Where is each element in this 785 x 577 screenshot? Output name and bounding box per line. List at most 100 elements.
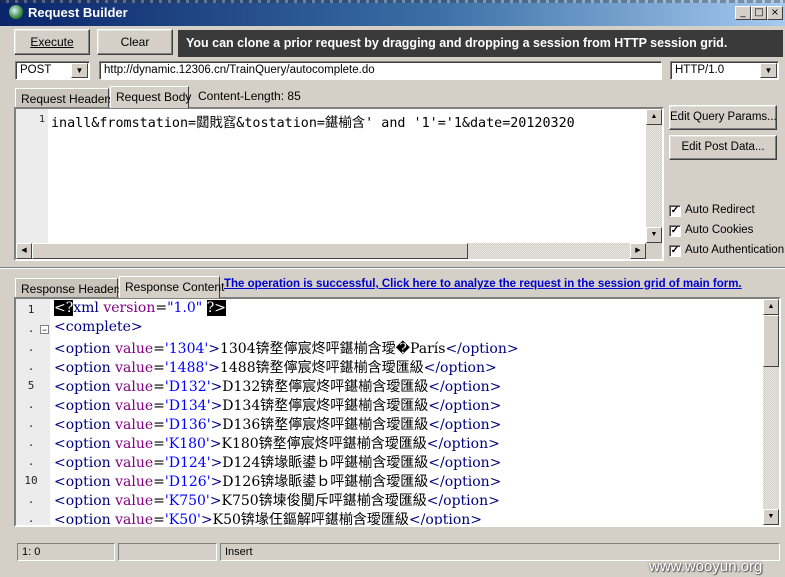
option-attr-value: 'D134' <box>164 398 211 414</box>
request-hscroll-thumb[interactable] <box>32 243 468 259</box>
maximize-button[interactable]: □ <box>751 6 767 20</box>
tab-response-headers[interactable]: Response Headers <box>15 278 124 298</box>
execute-button[interactable]: Execute <box>14 29 90 55</box>
option-text: K50锛堟仼鏂解呯鍖椾含璦匯級 <box>212 512 409 527</box>
request-vscroll-track[interactable] <box>646 109 662 243</box>
option-attr-value: 'D124' <box>164 455 211 471</box>
option-close-tag: </option> <box>423 360 497 376</box>
xml-option-row: <option value='D126'>D126锛堟眽鍙ｂ呯鍖椾含璦匯級</o… <box>54 471 501 491</box>
protocol-select[interactable]: HTTP/1.0 ▼ <box>670 61 779 80</box>
analyze-request-link[interactable]: The operation is successful, Click here … <box>224 278 742 290</box>
xml-option-row: <option value='K750'>K750锛堜俊闃斥呯鍖椾含璦匯級</o… <box>54 490 500 510</box>
method-value: POST <box>20 64 52 76</box>
option-attr-name: value <box>115 360 154 376</box>
auto-cookies-checkbox[interactable]: ✓ <box>669 225 681 237</box>
response-line-number: . <box>27 341 35 354</box>
edit-post-data-button[interactable]: Edit Post Data... <box>669 135 777 160</box>
response-line-number: . <box>27 398 35 411</box>
tag-close: > <box>210 417 223 433</box>
option-open-tag: <option <box>54 360 111 376</box>
xml-option-row: <option value='1304'>1304锛堥儜宸炵呯鍖椾含璦�Parí… <box>54 338 519 358</box>
tab-response-content[interactable]: Response Content <box>119 276 224 298</box>
protocol-value: HTTP/1.0 <box>675 64 725 76</box>
xml-option-row: <option value='D124'>D124锛堟眽鍙ｂ呯鍖椾含璦匯級</o… <box>54 452 501 472</box>
response-line-number: 10 <box>24 474 38 487</box>
auto-authentication-checkbox[interactable]: ✓ <box>669 245 681 257</box>
equals: = <box>153 455 165 471</box>
option-attr-name: value <box>115 436 154 452</box>
response-scroll-up-icon[interactable]: ▲ <box>763 299 779 315</box>
option-attr-value: '1304' <box>164 341 209 357</box>
xml-declaration: <?xml version="1.0" ?> <box>54 300 226 316</box>
method-dropdown-arrow-icon[interactable]: ▼ <box>71 63 88 78</box>
tag-close: > <box>210 474 223 490</box>
protocol-dropdown-arrow-icon[interactable]: ▼ <box>760 63 777 78</box>
xml-option-row: <option value='D136'>D136锛堥儜宸炵呯鍖椾含璦匯級</o… <box>54 414 501 434</box>
splitter[interactable] <box>0 267 785 269</box>
xml-pi-name: xml <box>73 300 99 316</box>
equals: = <box>153 417 165 433</box>
response-vscroll-thumb[interactable] <box>763 315 779 367</box>
option-open-tag: <option <box>54 341 111 357</box>
response-line-number: . <box>27 512 35 525</box>
equals: = <box>153 512 165 527</box>
status-empty <box>118 543 217 561</box>
equals: = <box>153 493 165 509</box>
response-line-number: 1 <box>27 303 35 316</box>
option-attr-value: 'K750' <box>164 493 210 509</box>
request-scroll-down-icon[interactable]: ▼ <box>646 227 662 243</box>
execute-label: Execute <box>30 35 74 49</box>
response-line-number: . <box>27 455 35 468</box>
request-scroll-right-icon[interactable]: ▶ <box>630 243 646 259</box>
clear-label: Clear <box>120 35 150 49</box>
content-length-label: Content-Length: 85 <box>198 89 301 103</box>
close-button[interactable]: × <box>767 6 783 20</box>
xml-pi-eq: = <box>155 300 168 316</box>
response-content-editor[interactable]: 1 <?xml version="1.0" ?> . − <complete> … <box>14 297 781 527</box>
option-close-tag: </option> <box>426 493 500 509</box>
xml-pi-close: ?> <box>206 300 226 316</box>
option-close-tag: </option> <box>408 512 483 527</box>
minimize-button[interactable]: _ <box>735 6 751 20</box>
hint-banner: You can clone a prior request by draggin… <box>178 30 783 57</box>
option-attr-name: value <box>115 474 154 490</box>
option-attr-name: value <box>115 341 154 357</box>
option-attr-value: 'K50' <box>164 512 201 527</box>
option-attr-value: '1488' <box>164 360 209 376</box>
option-open-tag: <option <box>54 436 111 452</box>
window-title: Request Builder <box>28 5 128 20</box>
request-line-number: 1 <box>38 114 46 125</box>
tag-close: > <box>208 360 220 376</box>
option-text: 1304锛堥儜宸炵呯鍖椾含璦�París <box>219 341 446 357</box>
xml-pi-attr: version <box>103 300 156 316</box>
option-close-tag: </option> <box>428 417 502 433</box>
option-close-tag: </option> <box>445 341 519 357</box>
equals: = <box>153 379 165 395</box>
xml-option-row: <option value='K180'>K180锛堥儜宸炵呯鍖椾含璦匯級</o… <box>54 433 500 453</box>
equals: = <box>153 360 165 376</box>
url-input[interactable]: http://dynamic.12306.cn/TrainQuery/autoc… <box>99 61 662 80</box>
option-text: 1488锛堥儜宸炵呯鍖椾含璦匯級 <box>219 360 424 376</box>
option-attr-name: value <box>115 512 154 527</box>
response-scroll-down-icon[interactable]: ▼ <box>763 509 779 525</box>
option-open-tag: <option <box>54 493 111 509</box>
request-scroll-left-icon[interactable]: ◀ <box>16 243 32 259</box>
option-text: D134锛堥儜宸炵呯鍖椾含璦匯級 <box>222 398 429 414</box>
auto-redirect-checkbox[interactable]: ✓ <box>669 205 681 217</box>
tab-request-headers[interactable]: Request Headers <box>15 88 114 108</box>
request-body-text[interactable]: inall&fromstation=閮戝窞&tostation=鍖椾含' and… <box>51 111 575 131</box>
equals: = <box>153 398 165 414</box>
method-select[interactable]: POST ▼ <box>15 61 90 80</box>
equals: = <box>153 436 165 452</box>
request-scroll-up-icon[interactable]: ▲ <box>646 109 662 125</box>
tag-close: > <box>209 436 222 452</box>
option-open-tag: <option <box>54 474 111 490</box>
tag-close: > <box>209 493 222 509</box>
status-position: 1: 0 <box>17 543 115 561</box>
edit-query-params-button[interactable]: Edit Query Params... <box>669 105 777 130</box>
fold-toggle-icon[interactable]: − <box>40 325 49 335</box>
auto-redirect-label: Auto Redirect <box>685 204 755 216</box>
tab-request-body[interactable]: Request Body <box>110 86 191 108</box>
clear-button[interactable]: Clear <box>97 29 173 55</box>
request-body-editor[interactable]: 1 inall&fromstation=閮戝窞&tostation=鍖椾含' a… <box>14 107 664 261</box>
